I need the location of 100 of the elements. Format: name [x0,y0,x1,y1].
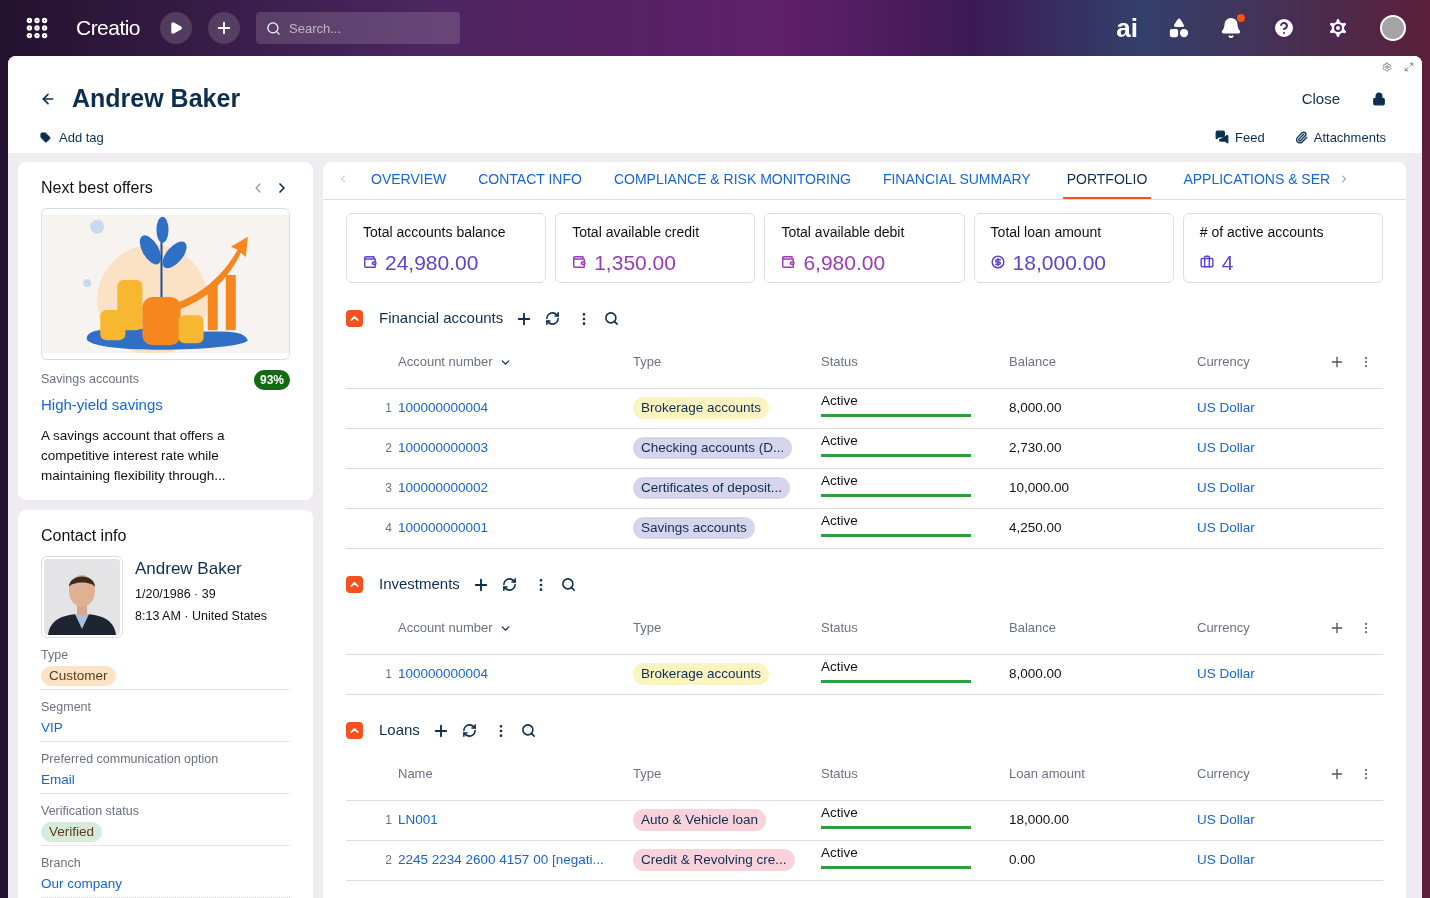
field-label: Type [41,647,69,664]
app-menu-icon[interactable] [24,15,50,41]
metric-value: 4 [1221,249,1234,276]
status-field: Active [821,390,971,418]
tab[interactable]: APPLICATIONS & SER [1183,161,1331,199]
currency-link[interactable]: US Dollar [1197,517,1383,539]
settings-icon[interactable] [1326,16,1350,40]
avatar[interactable] [1380,15,1406,41]
record-link[interactable]: LN001 [398,809,633,831]
add-column-icon[interactable] [1329,766,1345,782]
app-logo[interactable]: Creatio [76,12,141,44]
card-title: Next best offers [41,177,153,198]
search-icon[interactable] [604,311,620,326]
metric-label: Total available debit [781,222,906,242]
card-title: Contact info [41,527,127,544]
record-link[interactable]: 100000000003 [398,437,633,459]
refresh-icon[interactable] [545,311,561,326]
column-header[interactable]: Status [821,352,858,372]
lock-icon[interactable] [1372,91,1386,106]
column-header[interactable]: Account number [398,618,493,638]
currency-link[interactable]: US Dollar [1197,437,1383,459]
add-button[interactable] [208,12,241,44]
currency-link[interactable]: US Dollar [1197,663,1383,685]
search-icon[interactable] [560,577,576,592]
section-title: Investments [379,574,460,595]
search-icon [266,21,282,36]
currency-link[interactable]: US Dollar [1197,809,1383,831]
column-header[interactable]: Currency [1197,618,1250,638]
record-link[interactable]: 2245 2234 2600 4157 00 [negati... [398,849,633,871]
paperclip-icon [1294,130,1308,144]
metric-value: 24,980.00 [385,249,479,276]
record-link[interactable]: 100000000002 [398,477,633,499]
feed-button[interactable]: Feed [1215,127,1265,147]
record-link[interactable]: 100000000004 [398,397,633,419]
field-label: Preferred communication option [41,751,219,768]
offer-description: A savings account that offers a competitive interest rate while maintaining flexibility through... [41,427,227,485]
collapse-button[interactable] [346,576,363,593]
currency-link[interactable]: US Dollar [1197,477,1383,499]
row-number: 1 [385,400,393,417]
add-tag-button[interactable]: Add tag [40,127,104,147]
page-title: Andrew Baker [72,83,241,114]
field-label: Verification status [41,803,139,820]
field-link[interactable]: Our company [41,873,123,894]
offer-link[interactable]: High-yield savings [41,393,290,416]
section-title: Financial accounts [379,308,504,329]
type-tag: Brokerage accounts [633,396,770,420]
field-tag: Customer [41,665,116,686]
close-button[interactable]: Close [1301,87,1340,110]
collapse-button[interactable] [346,722,363,739]
column-header[interactable]: Type [633,352,662,372]
row-number: 1 [385,812,393,829]
field-link[interactable]: VIP [41,717,63,738]
column-header[interactable]: Account number [398,352,493,372]
tab[interactable]: COMPLIANCE & RISK MONITORING [613,161,851,199]
ai-button[interactable]: ai [1116,15,1138,41]
tab[interactable]: CONTACT INFO [478,161,582,199]
expand-icon[interactable] [1404,62,1414,72]
table-cell-text: 2,730.00 [1009,438,1063,457]
tab[interactable]: FINANCIAL SUMMARY [882,161,1031,199]
row-number: 2 [385,440,393,457]
column-header[interactable]: Currency [1197,764,1250,784]
currency-link[interactable]: US Dollar [1197,397,1383,419]
column-header[interactable]: Status [821,764,858,784]
column-header[interactable]: Name [398,764,433,784]
tab[interactable]: PORTFOLIO [1062,161,1152,199]
row-number: 3 [385,480,393,497]
refresh-icon[interactable] [461,723,477,738]
status-field: Active [821,510,971,538]
metric-value: 6,980.00 [803,249,886,276]
metric-label: Total loan amount [990,222,1103,242]
record-link[interactable]: 100000000004 [398,663,633,685]
status-field: Active [821,802,971,830]
type-tag: Savings accounts [633,516,755,540]
chat-icon [1215,130,1230,145]
birth-date: 1/20/1986 · 39 [135,585,217,603]
score-badge: 93% [253,369,290,390]
refresh-icon[interactable] [501,577,517,592]
column-header[interactable]: Balance [1009,618,1056,638]
add-column-icon[interactable] [1329,354,1345,370]
field-link[interactable]: Email [41,769,75,790]
column-header[interactable]: Currency [1197,352,1250,372]
column-header[interactable]: Type [633,764,662,784]
record-link[interactable]: 100000000001 [398,517,633,539]
run-button[interactable] [160,12,193,44]
apps-icon[interactable] [1168,17,1190,39]
metric-label: Total available credit [572,222,701,242]
metric-value: 18,000.00 [1012,249,1107,276]
column-header[interactable]: Loan amount [1009,764,1085,784]
tab[interactable]: OVERVIEW [371,161,447,199]
add-column-icon[interactable] [1329,620,1345,636]
attachments-button[interactable]: Attachments [1294,127,1386,147]
search-icon[interactable] [520,723,536,738]
column-header[interactable]: Type [633,618,662,638]
status-field: Active [821,842,971,870]
currency-link[interactable]: US Dollar [1197,849,1383,871]
help-icon[interactable] [1272,16,1296,40]
collapse-button[interactable] [346,310,363,327]
notifications-icon[interactable] [1220,17,1242,39]
column-header[interactable]: Balance [1009,352,1056,372]
column-header[interactable]: Status [821,618,858,638]
